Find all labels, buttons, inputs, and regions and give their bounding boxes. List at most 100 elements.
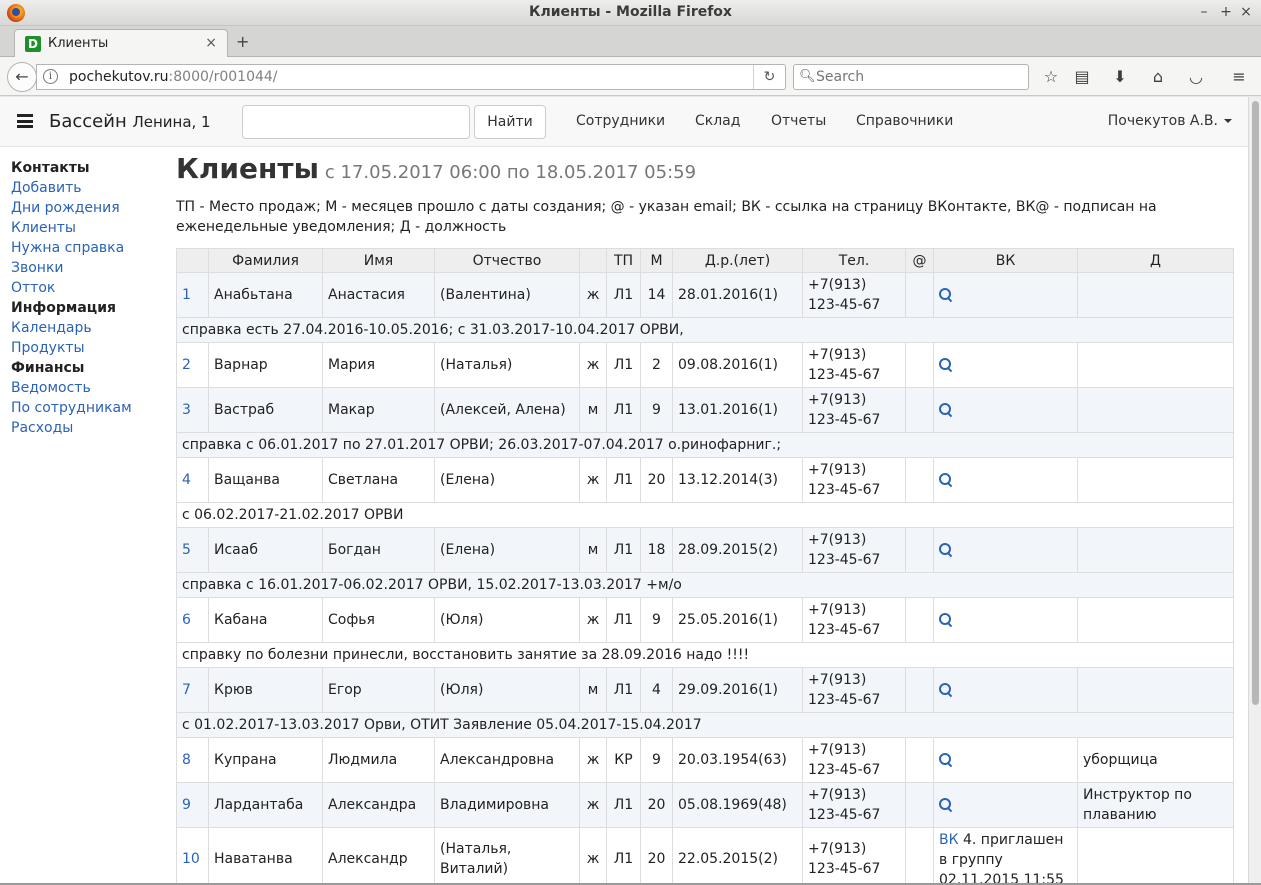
row-number-cell: 10 <box>176 827 209 883</box>
vk-search-icon[interactable] <box>939 358 953 372</box>
client-id-link[interactable]: 6 <box>182 612 191 628</box>
sidebar-link[interactable]: Расходы <box>11 418 171 438</box>
reload-icon[interactable]: ↻ <box>753 65 785 89</box>
browser-search[interactable]: 🔍︎ <box>793 64 1029 90</box>
middle-name-cell: Владимировна <box>434 782 580 828</box>
sidebar-link[interactable]: Нужна справка <box>11 238 171 258</box>
phone-cell: +7(913) 123-45-67 <box>802 827 906 883</box>
client-search-input[interactable] <box>242 105 470 139</box>
tab-close-icon[interactable]: × <box>205 35 217 51</box>
vk-search-icon[interactable] <box>939 288 953 302</box>
first-name-cell: Софья <box>322 597 435 643</box>
app-navbar: Бассейн Ленина, 1 Найти Сотрудники Склад… <box>0 97 1248 147</box>
page-scrollbar[interactable] <box>1248 97 1261 883</box>
vk-search-icon[interactable] <box>939 753 953 767</box>
menu-reports[interactable]: Отчеты <box>771 113 826 129</box>
close-window-icon[interactable]: × <box>1237 3 1255 21</box>
table-row[interactable]: 4 Ващанва Светлана (Елена) ж Л1 20 13.12.2014(3… <box>176 457 1234 503</box>
table-row[interactable]: 1 Анабьтана Анастасия (Валентина) ж Л1 14 28.01… <box>176 272 1234 318</box>
client-id-link[interactable]: 1 <box>182 287 191 303</box>
position-cell: уборщица <box>1077 737 1234 783</box>
sidebar-link[interactable]: Ведомость <box>11 378 171 398</box>
client-id-link[interactable]: 5 <box>182 542 191 558</box>
row-number-cell: 2 <box>176 342 209 388</box>
sale-point-cell: Л1 <box>606 782 641 828</box>
table-row[interactable]: 8 Купрана Людмила Александровна ж КР 9 20.03.19… <box>176 737 1234 783</box>
menu-references[interactable]: Справочники <box>856 113 953 129</box>
new-tab-icon[interactable]: + <box>236 32 249 51</box>
last-name-cell: Кабана <box>208 597 323 643</box>
phone-cell: +7(913) 123-45-67 <box>802 597 906 643</box>
sidebar-link[interactable]: Клиенты <box>11 218 171 238</box>
table-row[interactable]: 9 Лардантаба Александра Владимировна ж Л1 20 05… <box>176 782 1234 828</box>
sale-point-cell: Л1 <box>606 527 641 573</box>
find-button[interactable]: Найти <box>474 105 546 139</box>
minimize-icon[interactable]: – <box>1195 3 1213 21</box>
vk-search-icon[interactable] <box>939 473 953 487</box>
phone-number: 123-45-67 <box>808 297 881 313</box>
table-header-row: Фамилия Имя Отчество ТП М Д.р.(лет) Тел. @ ВК Д <box>176 248 1234 273</box>
info-icon[interactable]: i <box>43 69 58 84</box>
table-row[interactable]: 2 Варнар Мария (Наталья) ж Л1 2 09.08.2016(1) +7… <box>176 342 1234 388</box>
vk-link[interactable]: ВК <box>939 832 959 848</box>
vk-cell <box>933 667 1078 713</box>
column-header: Фамилия <box>208 248 323 273</box>
email-cell <box>905 342 934 388</box>
client-id-link[interactable]: 3 <box>182 402 191 418</box>
client-id-link[interactable]: 7 <box>182 682 191 698</box>
vk-search-icon[interactable] <box>939 613 953 627</box>
back-icon[interactable]: ← <box>7 62 37 92</box>
bookmark-star-icon[interactable]: ☆ <box>1040 66 1062 88</box>
birthdate-cell: 28.09.2015(2) <box>672 527 803 573</box>
table-row[interactable]: 3 Вастраб Макар (Алексей, Алена) м Л1 9 13.01.2… <box>176 387 1234 433</box>
phone-code: +7(913) <box>808 742 867 758</box>
scrollbar-thumb[interactable] <box>1252 101 1259 705</box>
sidebar-link[interactable]: Добавить <box>11 178 171 198</box>
column-header: ВК <box>933 248 1078 273</box>
vk-search-icon[interactable] <box>939 403 953 417</box>
url-text[interactable]: pochekutov.ru:8000/r001044/ <box>69 69 278 85</box>
client-id-link[interactable]: 9 <box>182 797 191 813</box>
menu-warehouse[interactable]: Склад <box>695 113 740 129</box>
hamburger-icon[interactable] <box>17 114 33 128</box>
browser-search-input[interactable] <box>816 68 1016 86</box>
sidebar-link[interactable]: Продукты <box>11 338 171 358</box>
middle-name-cell: (Елена) <box>434 457 580 503</box>
menu-icon[interactable]: ≡ <box>1228 66 1250 88</box>
user-menu[interactable]: Почекутов А.В. <box>1108 113 1232 129</box>
url-bar[interactable]: i pochekutov.ru:8000/r001044/ ↻ <box>36 64 786 90</box>
client-id-link[interactable]: 2 <box>182 357 191 373</box>
vk-search-icon[interactable] <box>939 683 953 697</box>
client-id-link[interactable]: 8 <box>182 752 191 768</box>
sidebar-link[interactable]: Отток <box>11 278 171 298</box>
table-row[interactable]: 7 Крюв Егор (Юля) м Л1 4 29.09.2016(1) +7(913) 12… <box>176 667 1234 713</box>
vk-search-icon[interactable] <box>939 543 953 557</box>
window-titlebar: Клиенты - Mozilla Firefox – + × <box>0 0 1261 26</box>
brand[interactable]: Бассейн Ленина, 1 <box>49 111 211 132</box>
tab-clients[interactable]: D Клиенты × <box>14 29 228 58</box>
client-note: с 06.02.2017-21.02.2017 ОРВИ <box>176 502 1234 528</box>
client-id-link[interactable]: 4 <box>182 472 191 488</box>
vk-search-icon[interactable] <box>939 798 953 812</box>
vk-cell: ВК 4. приглашен в группу 02.11.2015 11:5… <box>933 827 1078 883</box>
table-row[interactable]: 10 Наватанва Александр (Наталья, Виталий) ж Л… <box>176 827 1234 883</box>
sidebar-link[interactable]: Звонки <box>11 258 171 278</box>
client-id-link[interactable]: 10 <box>182 851 200 867</box>
sidebar-link[interactable]: По сотрудникам <box>11 398 171 418</box>
sidebar-link[interactable]: Дни рождения <box>11 198 171 218</box>
table-row[interactable]: 6 Кабана Софья (Юля) ж Л1 9 25.05.2016(1) +7(913… <box>176 597 1234 643</box>
menu-staff[interactable]: Сотрудники <box>576 113 665 129</box>
position-cell <box>1077 342 1234 388</box>
sidebar-link[interactable]: Календарь <box>11 318 171 338</box>
maximize-icon[interactable]: + <box>1217 3 1235 21</box>
table-row[interactable]: 5 Исааб Богдан (Елена) м Л1 18 28.09.2015(2) +7(… <box>176 527 1234 573</box>
reading-list-icon[interactable]: ▤ <box>1071 66 1093 88</box>
vk-cell <box>933 272 1078 318</box>
sex-cell: м <box>579 387 607 433</box>
download-icon[interactable]: ⬇ <box>1109 66 1131 88</box>
url-host: pochekutov.ru <box>69 69 169 85</box>
home-icon[interactable]: ⌂ <box>1147 66 1169 88</box>
tab-strip: D Клиенты × + <box>0 26 1261 58</box>
row-number-cell: 4 <box>176 457 209 503</box>
pocket-icon[interactable]: ◡ <box>1185 66 1207 88</box>
